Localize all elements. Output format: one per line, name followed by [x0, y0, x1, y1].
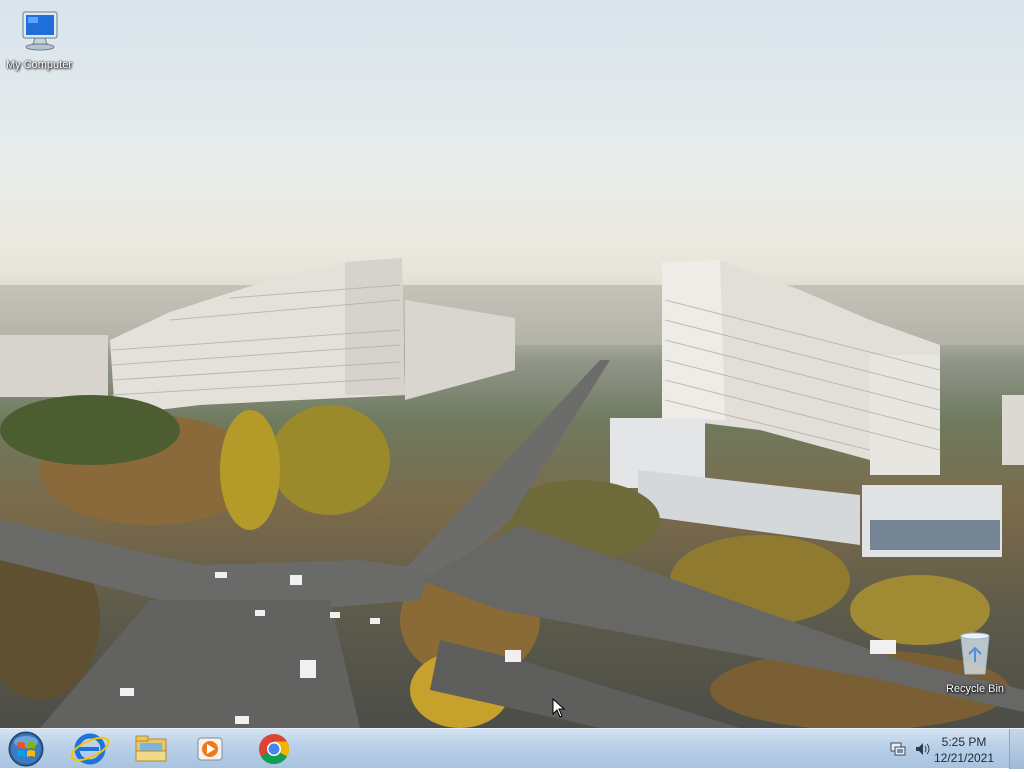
clock[interactable]: 5:25 PM 12/21/2021 — [926, 734, 1002, 766]
desktop-icon-label: My Computer — [5, 59, 73, 71]
mouse-cursor-icon — [552, 698, 566, 718]
recycle-bin-icon — [960, 632, 990, 675]
desktop[interactable]: My Computer Recycle Bin — [0, 0, 1024, 728]
wallpaper — [0, 258, 1024, 728]
clock-time: 5:25 PM — [941, 735, 987, 749]
media-player-icon — [197, 737, 223, 761]
taskbar-internet-explorer[interactable] — [64, 731, 116, 767]
network-icon[interactable] — [890, 741, 906, 757]
clock-date: 12/21/2021 — [933, 751, 995, 765]
windows-start-orb-icon — [8, 731, 44, 767]
taskbar-file-explorer[interactable] — [124, 731, 176, 767]
show-desktop-button[interactable] — [1009, 729, 1024, 769]
taskbar-chrome[interactable] — [248, 731, 300, 767]
taskbar: 5:25 PM 12/21/2021 — [0, 728, 1024, 769]
start-button[interactable] — [6, 731, 46, 767]
desktop-icon-label: Recycle Bin — [945, 683, 1005, 695]
internet-explorer-icon — [70, 733, 110, 765]
computer-monitor-icon — [22, 11, 58, 51]
desktop-icon-my-computer[interactable]: My Computer — [0, 8, 78, 71]
taskbar-media-player[interactable] — [184, 731, 236, 767]
desktop-icon-recycle-bin[interactable]: Recycle Bin — [936, 630, 1014, 695]
folder-library-icon — [135, 735, 167, 762]
chrome-icon — [259, 734, 290, 765]
